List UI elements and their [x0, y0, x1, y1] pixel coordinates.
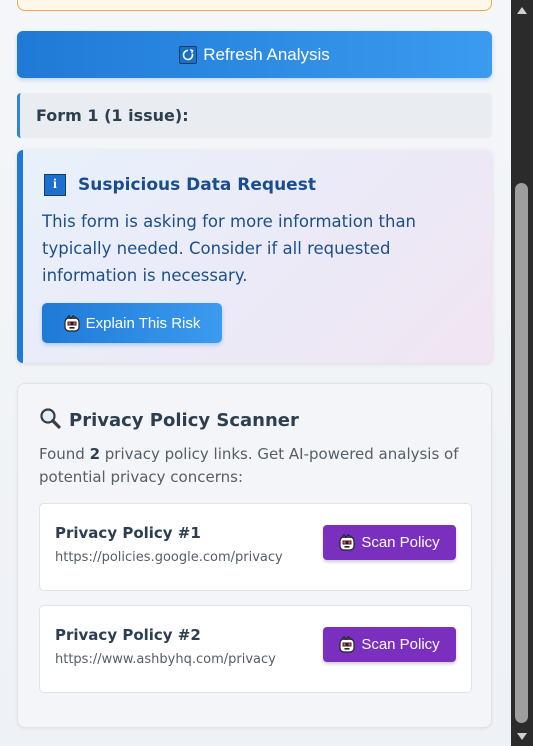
scanner-title-text: Privacy Policy Scanner	[69, 410, 299, 431]
robot-icon	[64, 314, 80, 332]
scan-policy-button[interactable]: Scan Policy	[323, 525, 456, 560]
scanner-description: Found 2 privacy policy links. Get AI-pow…	[39, 443, 469, 489]
scrollbar-thumb[interactable]	[515, 183, 528, 723]
robot-icon	[339, 533, 355, 551]
scanner-title: Privacy Policy Scanner	[39, 407, 299, 434]
scanner-desc-prefix: Found	[39, 445, 90, 463]
risk-description: This form is asking for more information…	[42, 212, 417, 285]
refresh-icon	[179, 45, 198, 64]
policy-item: Privacy Policy #2 https://www.ashbyhq.co…	[39, 605, 472, 693]
warning-card	[17, 0, 492, 11]
extension-panel: Refresh Analysis Form 1 (1 issue): i Sus…	[0, 0, 511, 746]
policy-url: https://www.ashbyhq.com/privacy	[55, 652, 276, 667]
policy-count: 2	[89, 445, 101, 463]
risk-title: i Suspicious Data Request	[44, 174, 316, 196]
vertical-scrollbar[interactable]	[511, 0, 533, 746]
risk-title-text: Suspicious Data Request	[78, 175, 316, 195]
explain-risk-label: Explain This Risk	[85, 314, 201, 332]
refresh-analysis-label: Refresh Analysis	[203, 44, 330, 64]
policy-name: Privacy Policy #1	[55, 524, 201, 542]
form-issue-header: Form 1 (1 issue):	[17, 93, 492, 138]
policy-name: Privacy Policy #2	[55, 626, 201, 644]
policy-item: Privacy Policy #1 https://policies.googl…	[39, 503, 472, 591]
info-icon: i	[44, 174, 66, 196]
scroll-up-arrow-icon[interactable]	[511, 0, 533, 20]
scan-policy-label: Scan Policy	[361, 534, 440, 551]
scroll-down-arrow-icon[interactable]	[511, 726, 533, 746]
explain-risk-button[interactable]: Explain This Risk	[42, 303, 222, 343]
magnifying-glass-icon	[39, 407, 61, 434]
scan-policy-label: Scan Policy	[361, 636, 440, 653]
form-issue-label: Form 1 (1 issue):	[36, 106, 189, 125]
policy-url: https://policies.google.com/privacy	[55, 550, 283, 565]
risk-card: i Suspicious Data Request This form is a…	[17, 150, 492, 363]
scan-policy-button[interactable]: Scan Policy	[323, 627, 456, 662]
robot-icon	[339, 635, 355, 653]
scanner-desc-suffix: privacy policy links. Get AI-powered ana…	[39, 445, 459, 486]
privacy-policy-scanner: Privacy Policy Scanner Found 2 privacy p…	[17, 383, 492, 728]
refresh-analysis-button[interactable]: Refresh Analysis	[17, 31, 492, 78]
